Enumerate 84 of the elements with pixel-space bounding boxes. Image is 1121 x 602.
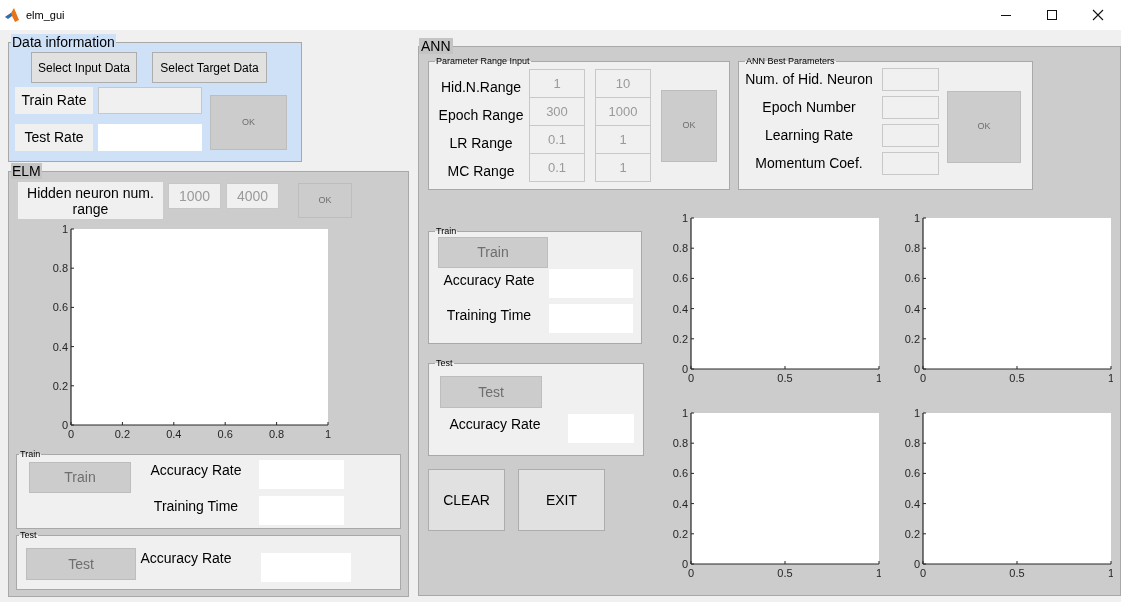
exit-button[interactable]: EXIT bbox=[518, 469, 605, 531]
tick-label: 1 bbox=[324, 428, 332, 440]
field-label: Accuracy Rate bbox=[448, 415, 542, 434]
close-icon[interactable] bbox=[1092, 9, 1104, 21]
tick-label: 0 bbox=[919, 372, 927, 384]
tick-label: 0 bbox=[913, 363, 920, 375]
tick-label: 0.4 bbox=[166, 428, 182, 440]
tick-label: 0.5 bbox=[1009, 567, 1025, 579]
field-label: Accuracy Rate bbox=[149, 461, 243, 480]
tick-label: 0.8 bbox=[268, 428, 285, 440]
tick-label: 1 bbox=[681, 407, 688, 419]
tick-label: 1 bbox=[913, 407, 920, 419]
field-label: Hidden neuron num. range bbox=[18, 182, 163, 219]
tick-label: 0.4 bbox=[52, 340, 68, 353]
tick-label: 0.4 bbox=[672, 302, 688, 315]
maximize-icon[interactable] bbox=[1046, 9, 1058, 21]
tick-label: 0.6 bbox=[672, 272, 688, 285]
tick-label: 0.6 bbox=[52, 301, 68, 314]
tick-label: 0.8 bbox=[904, 437, 920, 450]
tick-label: 1 bbox=[681, 212, 688, 224]
field-label: Accuracy Rate bbox=[139, 549, 233, 568]
field-label: Training Time bbox=[152, 497, 240, 516]
tick-label: 0.4 bbox=[904, 302, 920, 315]
panel-title: ELM bbox=[11, 163, 42, 179]
field-label: MC Range bbox=[446, 162, 516, 181]
tick-label: 0.2 bbox=[904, 527, 920, 540]
tick-label: 1 bbox=[61, 223, 68, 235]
field-label: Test Rate bbox=[15, 124, 93, 151]
panel-title: Parameter Range Input bbox=[435, 56, 531, 67]
field-label: Momentum Coef. bbox=[754, 154, 864, 173]
field-label: Train Rate bbox=[15, 87, 93, 114]
field-label: Learning Rate bbox=[764, 126, 854, 145]
select-data-button[interactable]: Select Input Data bbox=[31, 52, 137, 83]
tick-label: 0.4 bbox=[904, 497, 920, 510]
field-label: Accuracy Rate bbox=[442, 271, 536, 290]
window-title: elm_gui bbox=[26, 7, 65, 23]
tick-label: 0 bbox=[681, 363, 688, 375]
tick-label: 0 bbox=[61, 419, 68, 431]
tick-label: 0.2 bbox=[904, 332, 920, 345]
tick-label: 0.8 bbox=[672, 242, 688, 255]
field-label: Training Time bbox=[445, 306, 533, 325]
tick-label: 0 bbox=[681, 558, 688, 570]
tick-label: 0.5 bbox=[1009, 372, 1025, 384]
field-label: Epoch Number bbox=[761, 98, 857, 117]
input-field[interactable] bbox=[549, 269, 633, 298]
tick-label: 0.6 bbox=[904, 272, 920, 285]
tick-label: 0 bbox=[913, 558, 920, 570]
select-data-button[interactable]: Select Target Data bbox=[152, 52, 267, 83]
tick-label: 0 bbox=[919, 567, 927, 579]
tick-label: 0 bbox=[687, 567, 695, 579]
tick-label: 0.8 bbox=[52, 262, 68, 275]
tick-label: 0.2 bbox=[672, 527, 688, 540]
tick-label: 0.6 bbox=[217, 428, 233, 440]
tick-label: 0.2 bbox=[672, 332, 688, 345]
tick-label: 0.2 bbox=[114, 428, 131, 440]
field-label: Hid.N.Range bbox=[439, 78, 523, 97]
tick-label: 1 bbox=[913, 212, 920, 224]
tick-label: 0.2 bbox=[52, 379, 68, 392]
tick-label: 0 bbox=[687, 372, 695, 384]
tick-label: 0 bbox=[67, 428, 75, 440]
panel-title: Test bbox=[435, 358, 454, 369]
tick-label: 0.8 bbox=[672, 437, 688, 450]
panel-title: Train bbox=[19, 449, 42, 460]
app-icon bbox=[4, 7, 20, 23]
panel-title: ANN bbox=[419, 38, 453, 54]
tick-label: 0.6 bbox=[672, 467, 688, 480]
clear-button[interactable]: CLEAR bbox=[428, 469, 505, 531]
tick-label: 1 bbox=[1107, 567, 1113, 579]
tick-label: 0.8 bbox=[904, 242, 920, 255]
field-label: LR Range bbox=[448, 134, 514, 153]
panel-title: ANN Best Parameters bbox=[745, 56, 836, 67]
field-label: Epoch Range bbox=[437, 106, 525, 125]
tick-label: 0.5 bbox=[777, 372, 793, 384]
tick-label: 1 bbox=[875, 372, 881, 384]
tick-label: 0.5 bbox=[777, 567, 793, 579]
tick-label: 0.6 bbox=[904, 467, 920, 480]
panel-title: Test bbox=[19, 530, 38, 541]
tick-label: 0.4 bbox=[672, 497, 688, 510]
panel-title: Train bbox=[435, 226, 458, 237]
tick-label: 1 bbox=[875, 567, 881, 579]
tick-label: 1 bbox=[1107, 372, 1113, 384]
input-field[interactable] bbox=[98, 124, 202, 151]
panel-title: Data information bbox=[11, 34, 116, 50]
field-label: Num. of Hid. Neuron bbox=[744, 70, 874, 89]
